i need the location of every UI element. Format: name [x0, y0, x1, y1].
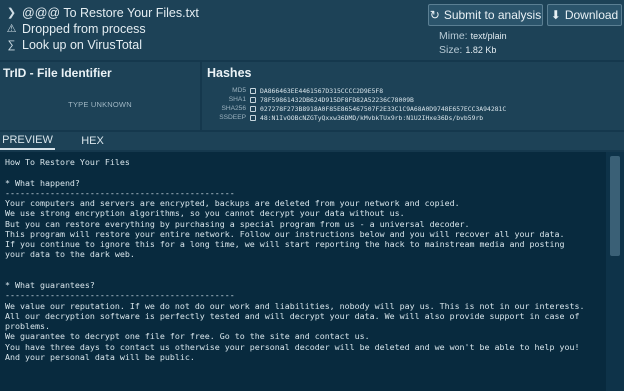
- hash-row-ssdeep: SSDEEP 48:N1IvOOBcNZGTyQxxw36DMD/kMvbkTU…: [202, 113, 483, 122]
- download-icon: ⬇: [550, 8, 561, 22]
- hash-row-md5: MD5 DA866463EE4461567D315CCCC2D9E5F8: [202, 86, 383, 95]
- hash-row-sha1: SHA1 78F59861432DB624D915DF8FD82A52236C7…: [202, 95, 414, 104]
- copy-icon[interactable]: [250, 114, 260, 121]
- hash-value[interactable]: 78F59861432DB624D915DF8FD82A52236C78009B: [260, 96, 414, 104]
- submit-label: Submit to analysis: [443, 8, 542, 22]
- tab-hex[interactable]: HEX: [70, 132, 115, 150]
- hash-value[interactable]: 48:N1IvOOBcNZGTyQxxw36DMD/kMvbkTUx9rb:N1…: [260, 114, 483, 122]
- tab-preview[interactable]: PREVIEW: [0, 132, 55, 150]
- file-header: ❯ @@@ To Restore Your Files.txt ⚠ Droppe…: [0, 0, 624, 60]
- scrollbar-thumb[interactable]: [610, 156, 620, 256]
- hash-value[interactable]: 027278F273B8918A0F85E865467507F2E33C1C9A…: [260, 105, 506, 113]
- trid-status: TYPE UNKNOWN: [68, 100, 132, 109]
- filename: @@@ To Restore Your Files.txt: [22, 6, 199, 20]
- virustotal-icon: ∑: [7, 39, 16, 51]
- virustotal-link[interactable]: ∑ Look up on VirusTotal: [5, 37, 199, 53]
- size-label: Size:: [439, 44, 463, 56]
- dropped-label: Dropped from process: [22, 22, 146, 36]
- filename-row[interactable]: ❯ @@@ To Restore Your Files.txt: [5, 5, 199, 21]
- hash-label: SHA256: [221, 105, 246, 112]
- refresh-icon: ↻: [429, 8, 440, 22]
- mime-value: text/plain: [470, 31, 507, 41]
- copy-icon[interactable]: [250, 87, 260, 94]
- scrollbar[interactable]: [606, 152, 624, 391]
- trid-title: TrID - File Identifier: [3, 66, 112, 80]
- preview-text: How To Restore Your Files * What happend…: [5, 157, 585, 362]
- hash-label: SHA1: [228, 96, 246, 103]
- trid-panel: TrID - File Identifier TYPE UNKNOWN: [0, 62, 200, 130]
- download-label: Download: [564, 8, 619, 22]
- file-info: ❯ @@@ To Restore Your Files.txt ⚠ Droppe…: [5, 5, 199, 53]
- mime-row: Mime: text/plain: [439, 30, 507, 42]
- file-preview[interactable]: How To Restore Your Files * What happend…: [0, 152, 606, 391]
- copy-icon[interactable]: [250, 96, 260, 103]
- view-tabs: PREVIEW HEX: [0, 132, 624, 150]
- dropped-row: ⚠ Dropped from process: [5, 21, 199, 37]
- size-row: Size: 1.82 Kb: [439, 44, 496, 56]
- submit-to-analysis-button[interactable]: ↻ Submit to analysis: [428, 4, 543, 26]
- hashes-title: Hashes: [207, 66, 252, 80]
- virustotal-label: Look up on VirusTotal: [22, 38, 142, 52]
- copy-icon[interactable]: [250, 105, 260, 112]
- warning-icon: ⚠: [6, 23, 17, 35]
- hashes-panel: Hashes MD5 DA866463EE4461567D315CCCC2D9E…: [202, 62, 624, 130]
- hash-row-sha256: SHA256 027278F273B8918A0F85E865467507F2E…: [202, 104, 506, 113]
- hash-label: SSDEEP: [219, 114, 246, 121]
- size-value: 1.82 Kb: [465, 45, 497, 55]
- hash-value[interactable]: DA866463EE4461567D315CCCC2D9E5F8: [260, 87, 383, 95]
- hash-label: MD5: [232, 87, 246, 94]
- mime-label: Mime:: [439, 30, 468, 42]
- download-button[interactable]: ⬇ Download: [547, 4, 622, 26]
- chevron-right-icon: ❯: [6, 7, 17, 19]
